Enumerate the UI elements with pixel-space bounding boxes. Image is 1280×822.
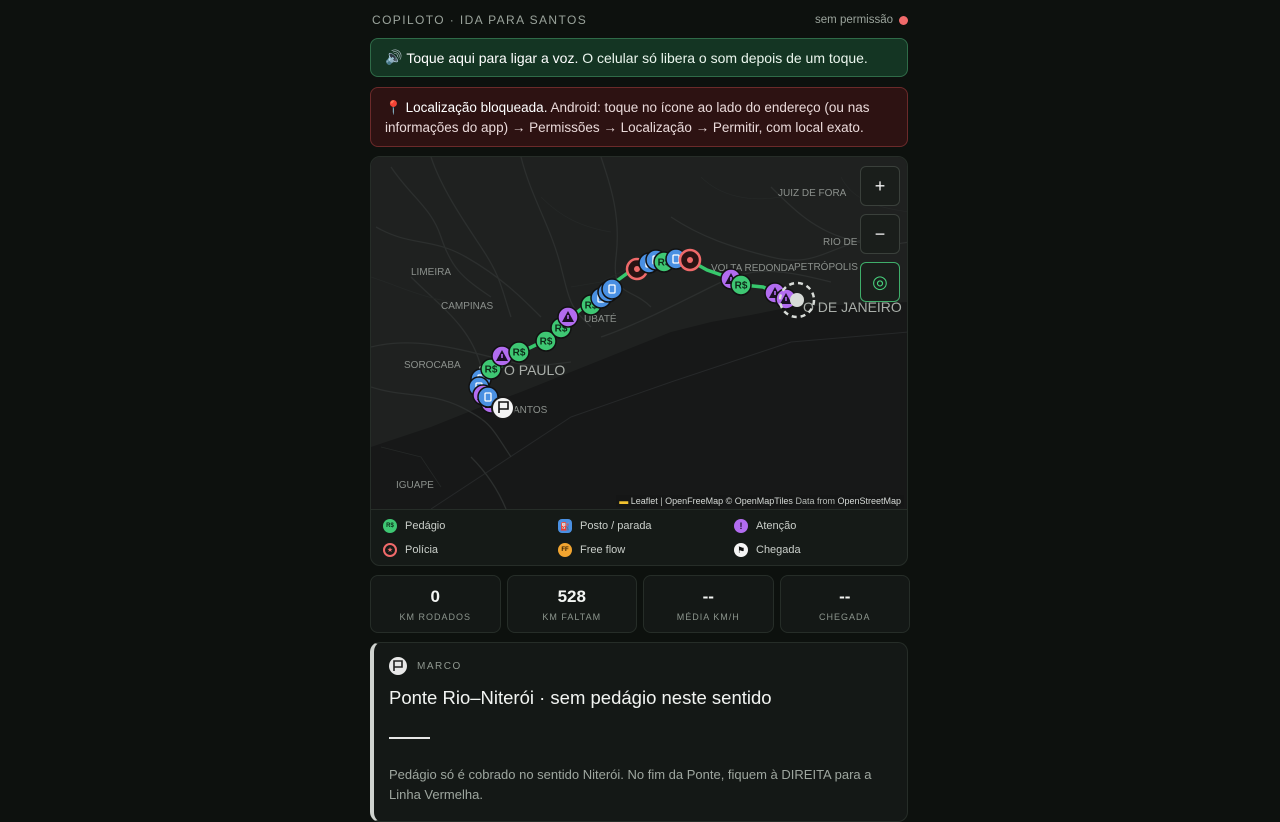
map-label-juiz-de-fora: JUIZ DE FORA [778, 188, 847, 199]
legend-freeflow: FF Free flow [558, 538, 734, 562]
stat-avg-speed: -- MÉDIA KM/H [643, 575, 774, 633]
zoom-in-button[interactable]: + [860, 166, 900, 206]
permission-status: sem permissão [815, 14, 908, 26]
waypoint-card: MARCO Ponte Rio–Niterói · sem pedágio ne… [370, 642, 908, 822]
map-label-limeira: LIMEIRA [411, 267, 451, 278]
stat-label: KM RODADOS [399, 611, 471, 622]
zoom-out-button[interactable]: − [860, 214, 900, 254]
fuel-station-icon: ⛽ [558, 519, 572, 533]
divider [389, 737, 430, 739]
stat-value: 528 [557, 586, 586, 606]
stat-value: -- [839, 586, 851, 606]
stat-label: MÉDIA KM/H [676, 611, 740, 622]
toll-icon: R$ [383, 519, 397, 533]
toll-marker-icon[interactable]: R$ [730, 274, 752, 296]
legend-finish: ⚑ Chegada [734, 538, 907, 562]
location-banner-title: Localização bloqueada. [405, 100, 548, 115]
stat-arrival: -- CHEGADA [779, 575, 910, 633]
stat-value: -- [702, 586, 714, 606]
waypoint-title: Ponte Rio–Niterói · sem pedágio neste se… [389, 687, 772, 708]
waypoint-description: Pedágio só é cobrado no sentido Niterói.… [389, 767, 872, 802]
free-flow-icon: FF [558, 543, 572, 557]
map-label-campinas: CAMPINAS [441, 301, 494, 312]
speaker-icon: 🔊 [385, 49, 403, 65]
ukraine-flag-icon: ▬ [619, 496, 629, 506]
app-title: COPILOTO · IDA PARA SANTOS [372, 13, 588, 27]
trip-stats: 0 KM RODADOS 528 KM FALTAM -- MÉDIA KM/H… [370, 575, 910, 633]
legend-label: Atenção [756, 520, 797, 532]
legend-label: Pedágio [405, 520, 446, 532]
waypoint-tag: MARCO [417, 660, 462, 672]
enable-voice-banner[interactable]: 🔊 Toque aqui para ligar a voz. O celular… [370, 38, 908, 77]
legend-label: Polícia [405, 544, 439, 556]
warning-icon: ! [734, 519, 748, 533]
status-dot-icon [899, 15, 908, 25]
svg-text:R$: R$ [513, 348, 526, 359]
map-attribution: ▬ Leaflet | OpenFreeMap © OpenMapTiles D… [616, 495, 904, 507]
flag-icon [389, 657, 407, 675]
locate-me-button[interactable]: ◎ [860, 262, 900, 302]
attribution-separator: | [657, 496, 666, 506]
finish-flag-icon [491, 396, 515, 420]
map-legend: R$ Pedágio ⛽ Posto / parada ! Atenção ★ … [371, 509, 907, 565]
legend-label: Posto / parada [580, 520, 652, 532]
stat-label: KM FALTAM [542, 611, 602, 622]
map-label-santos: ANTOS [513, 405, 548, 416]
voice-banner-text: O celular só libera o som depois de um t… [582, 49, 868, 66]
police-marker-icon[interactable] [678, 248, 702, 272]
waypoint-header: MARCO [389, 657, 889, 675]
svg-text:R$: R$ [735, 281, 748, 292]
stat-value: 0 [430, 586, 440, 606]
leaflet-link[interactable]: Leaflet [631, 496, 658, 506]
legend-attention: ! Atenção [734, 514, 907, 538]
stat-label: CHEGADA [818, 611, 871, 622]
finish-flag-icon: ⚑ [734, 543, 748, 557]
legend-toll: R$ Pedágio [383, 514, 558, 538]
location-blocked-banner: 📍 Localização bloqueada. Android: toque … [370, 87, 908, 147]
police-icon: ★ [383, 543, 397, 557]
toll-marker-icon[interactable]: R$ [508, 341, 530, 363]
legend-label: Chegada [756, 544, 801, 556]
pin-icon: 📍 [385, 100, 402, 115]
voice-banner-highlight: Toque aqui para ligar a voz. [406, 49, 579, 66]
permission-label: sem permissão [815, 14, 893, 26]
map-card: JUIZ DE FORA RIO DE JA LIMEIRA PETRÓPOLI… [370, 156, 908, 566]
svg-text:R$: R$ [540, 337, 553, 348]
attention-marker-icon[interactable] [557, 306, 579, 328]
map-label-petropolis: PETRÓPOLIS [794, 260, 858, 273]
legend-fuel: ⛽ Posto / parada [558, 514, 734, 538]
osm-link[interactable]: OpenStreetMap [837, 496, 901, 506]
legend-label: Free flow [580, 544, 626, 556]
map-label-sorocaba: SOROCABA [404, 360, 461, 371]
route-map[interactable]: JUIZ DE FORA RIO DE JA LIMEIRA PETRÓPOLI… [371, 157, 907, 509]
openmaptiles-link[interactable]: OpenFreeMap © OpenMapTiles [665, 496, 793, 506]
legend-police: ★ Polícia [383, 538, 558, 562]
stat-km-driven: 0 KM RODADOS [370, 575, 501, 633]
map-label-iguape: IGUAPE [396, 480, 434, 491]
app-container: COPILOTO · IDA PARA SANTOS sem permissão… [370, 0, 910, 822]
svg-text:R$: R$ [485, 365, 498, 376]
stat-km-remaining: 528 KM FALTAM [506, 575, 637, 633]
map-canvas: JUIZ DE FORA RIO DE JA LIMEIRA PETRÓPOLI… [371, 157, 907, 509]
fuel-marker-icon[interactable] [601, 278, 623, 300]
top-bar: COPILOTO · IDA PARA SANTOS sem permissão [370, 0, 910, 40]
map-label-sao-paulo-b: O PAULO [504, 362, 565, 378]
data-from-text: Data from [792, 496, 838, 506]
